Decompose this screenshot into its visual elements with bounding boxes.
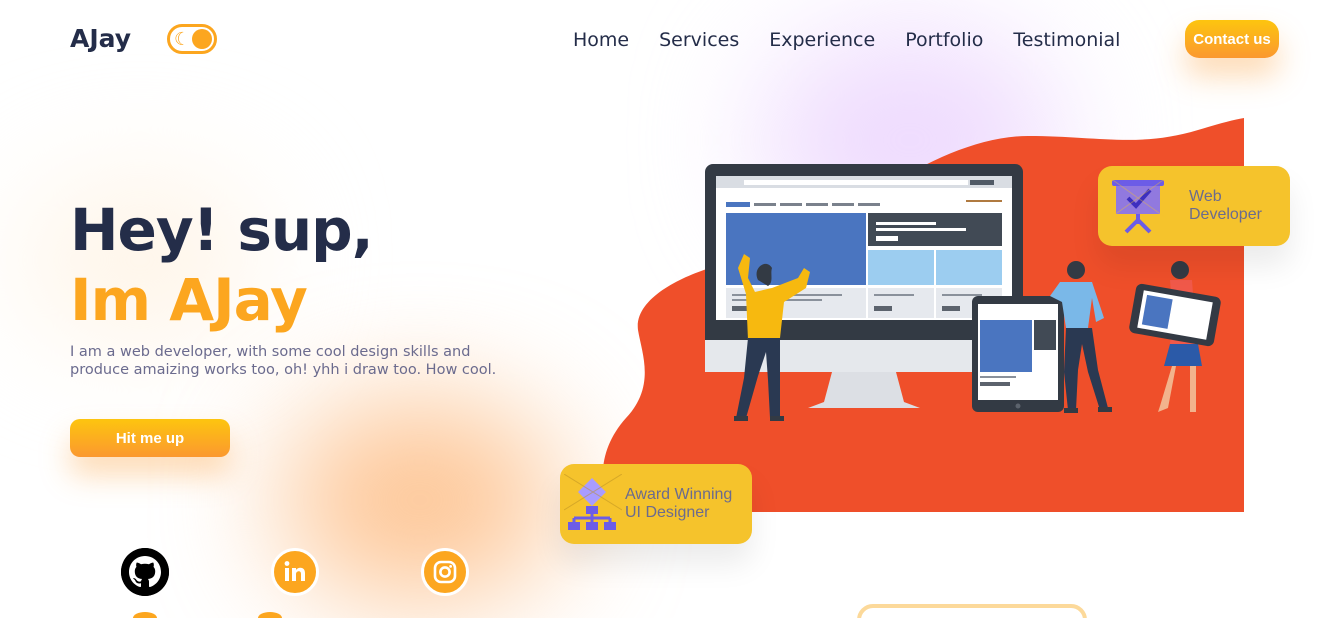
nav-portfolio[interactable]: Portfolio — [905, 29, 983, 51]
name-heading: Im AJay — [70, 266, 308, 334]
card-label-line: Web — [1189, 188, 1222, 205]
network-icon — [564, 474, 622, 530]
greeting-heading: Hey! sup, — [70, 196, 374, 264]
decorative-dot — [133, 612, 157, 618]
nav-testimonial[interactable]: Testimonial — [1013, 29, 1120, 51]
site-logo[interactable]: AJay — [70, 24, 131, 53]
github-icon[interactable] — [121, 548, 169, 596]
nav-services[interactable]: Services — [659, 29, 739, 51]
moon-icon: ☾ — [174, 29, 191, 50]
next-section-card — [857, 604, 1087, 618]
toggle-knob — [192, 29, 212, 49]
background-blur-orange — [280, 400, 560, 600]
intro-description: I am a web developer, with some cool des… — [70, 344, 497, 378]
presentation-icon — [1110, 178, 1167, 234]
decorative-dot — [258, 612, 282, 618]
contact-button[interactable]: Contact us — [1185, 20, 1279, 58]
card-label-line: Award Winning — [625, 486, 733, 503]
hit-me-up-button[interactable]: Hit me up — [70, 419, 230, 457]
nav-home[interactable]: Home — [573, 29, 629, 51]
nav-experience[interactable]: Experience — [769, 29, 875, 51]
card-label-line: UI Designer — [625, 504, 710, 521]
linkedin-icon[interactable] — [271, 548, 319, 596]
navbar: AJay ☾ Home Services Experience Portfoli… — [0, 0, 1338, 80]
theme-toggle[interactable]: ☾ — [167, 24, 217, 54]
web-developer-card: Web Developer — [1098, 166, 1290, 246]
web-developer-label: Web Developer — [1189, 188, 1262, 224]
award-card: Award Winning UI Designer — [560, 464, 752, 544]
nav-menu: Home Services Experience Portfolio Testi… — [573, 29, 1120, 51]
award-label: Award Winning UI Designer — [625, 486, 732, 522]
card-label-line: Developer — [1189, 206, 1262, 223]
instagram-icon[interactable] — [421, 548, 469, 596]
